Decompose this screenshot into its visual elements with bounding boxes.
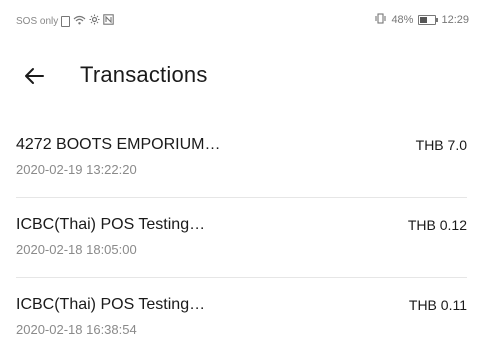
nfc-icon [103, 14, 114, 28]
transaction-row[interactable]: ICBC(Thai) POS Testing… THB 0.12 2020-02… [0, 198, 483, 278]
network-status-text: SOS only [16, 15, 59, 27]
transaction-row[interactable]: ICBC(Thai) POS Testing… THB 0.11 2020-02… [0, 278, 483, 358]
transaction-amount: THB 7.0 [415, 137, 467, 153]
merchant-name: ICBC(Thai) POS Testing… [16, 296, 206, 313]
back-button[interactable] [16, 58, 52, 94]
page-title: Transactions [80, 62, 208, 87]
app-bar: Transactions [0, 58, 483, 94]
merchant-name: ICBC(Thai) POS Testing… [16, 216, 206, 233]
transaction-amount: THB 0.11 [408, 297, 467, 313]
vibrate-icon [375, 13, 386, 27]
status-left-group: SOS only [16, 14, 114, 28]
status-right-group: 48% 12:29 [375, 13, 469, 27]
battery-icon [418, 15, 439, 25]
transaction-amount: THB 0.12 [407, 217, 467, 233]
transaction-datetime: 2020-02-19 13:22:20 [16, 162, 137, 177]
merchant-name: 4272 BOOTS EMPORIUM… [16, 136, 221, 153]
transaction-datetime: 2020-02-18 16:38:54 [16, 322, 137, 337]
arrow-left-icon [25, 68, 44, 84]
status-bar: SOS only 48% 12:29 [0, 0, 483, 44]
bluetooth-icon [89, 14, 100, 28]
battery-percent: 48% [391, 14, 414, 26]
battery-fill [420, 17, 428, 23]
transaction-list: 4272 BOOTS EMPORIUM… THB 7.0 2020-02-19 … [0, 118, 483, 358]
sim-card-icon [61, 15, 71, 27]
transaction-row[interactable]: 4272 BOOTS EMPORIUM… THB 7.0 2020-02-19 … [0, 118, 483, 198]
wifi-icon [73, 15, 86, 28]
transaction-datetime: 2020-02-18 18:05:00 [16, 242, 137, 257]
clock: 12:29 [441, 14, 469, 26]
